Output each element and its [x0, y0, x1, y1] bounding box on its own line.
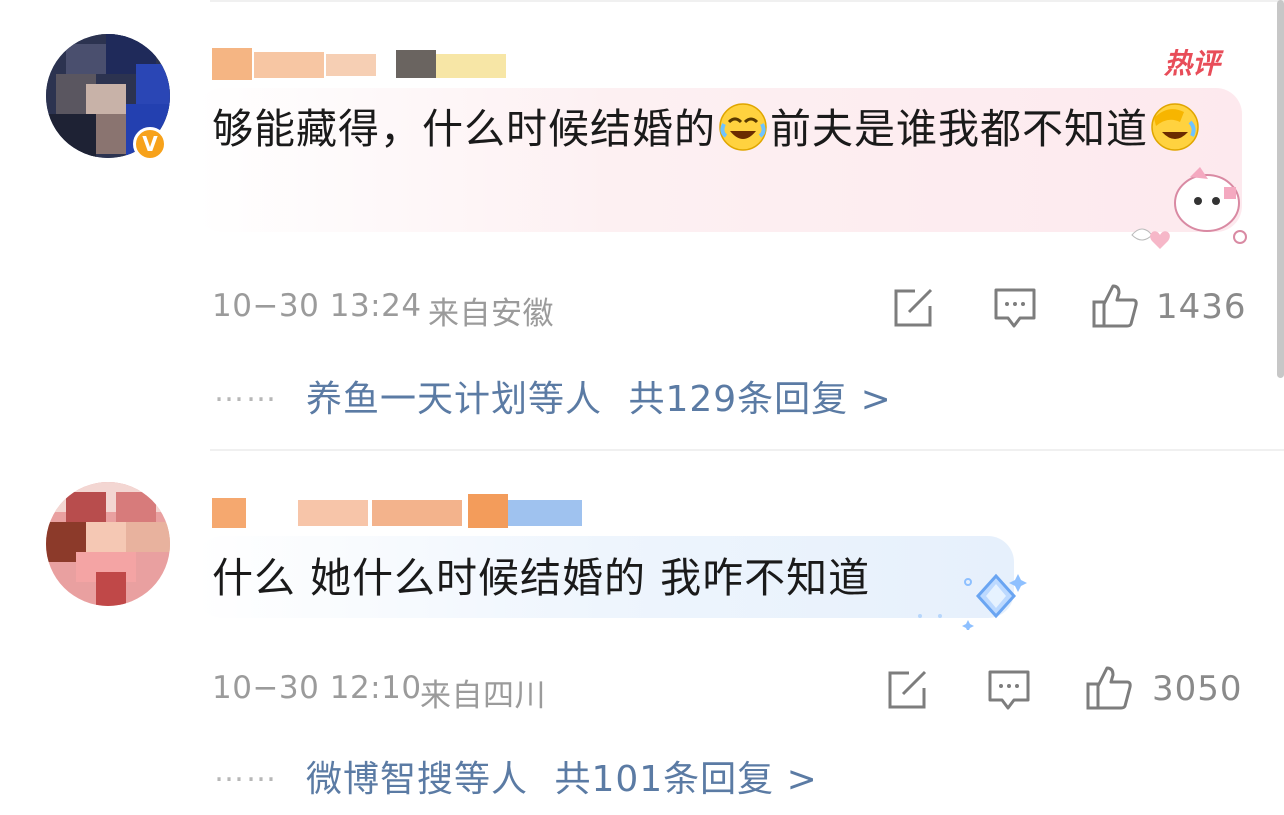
comment-button[interactable]	[990, 283, 1040, 333]
replies-total: 共101条回复 >	[554, 759, 818, 800]
share-button[interactable]	[882, 665, 932, 715]
view-replies-link[interactable]: 养鱼一天计划等人 共129条回复 >	[306, 370, 892, 422]
replies-users: 养鱼一天计划等人	[306, 379, 603, 420]
comment-location: 来自安徽	[428, 296, 554, 332]
like-button[interactable]	[1084, 663, 1134, 713]
comment-divider	[210, 449, 1284, 451]
comment-text: 够能藏得，什么时候结婚的 前夫是谁我都不知道	[212, 96, 1202, 162]
replies-users: 微博智搜等人	[306, 759, 529, 800]
share-edit-icon	[894, 288, 933, 327]
hot-comment-badge: 热评	[1164, 47, 1221, 80]
comment-location: 来自四川	[420, 678, 546, 714]
username-blurred[interactable]	[212, 44, 512, 80]
like-count: 1436	[1156, 287, 1247, 327]
verified-badge-icon: V	[133, 127, 167, 161]
thumbs-up-icon	[1086, 666, 1132, 710]
comment-text: 什么 她什么时候结婚的 我咋不知道	[212, 554, 871, 602]
thumbs-up-icon	[1092, 284, 1138, 328]
comment-timestamp: 10−30 12:10	[212, 670, 422, 706]
comment-bubble-icon	[988, 670, 1030, 710]
comment-text-part: 前夫是谁我都不知道	[770, 105, 1148, 153]
share-edit-icon	[888, 670, 927, 709]
facepalm-laughing-emoji-icon	[1150, 102, 1200, 152]
comment-text-part: 够能藏得，什么时候结婚的	[212, 105, 716, 153]
top-divider	[210, 0, 1284, 2]
avatar[interactable]	[46, 482, 170, 606]
comment-button[interactable]	[984, 665, 1034, 715]
share-button[interactable]	[888, 283, 938, 333]
view-replies-link[interactable]: 微博智搜等人 共101条回复 >	[306, 750, 818, 802]
comment-timestamp: 10−30 13:24	[212, 288, 422, 324]
replies-total: 共129条回复 >	[628, 379, 892, 420]
replies-dots: ……	[214, 754, 278, 789]
replies-dots: ……	[214, 374, 278, 409]
username-blurred[interactable]	[212, 492, 592, 528]
bubble-sticker-icon	[1112, 165, 1262, 257]
like-button[interactable]	[1090, 281, 1140, 331]
comment-bubble-icon	[994, 288, 1036, 328]
laughing-crying-emoji-icon	[718, 102, 768, 152]
like-count: 3050	[1152, 669, 1243, 709]
scrollbar[interactable]	[1277, 0, 1284, 378]
